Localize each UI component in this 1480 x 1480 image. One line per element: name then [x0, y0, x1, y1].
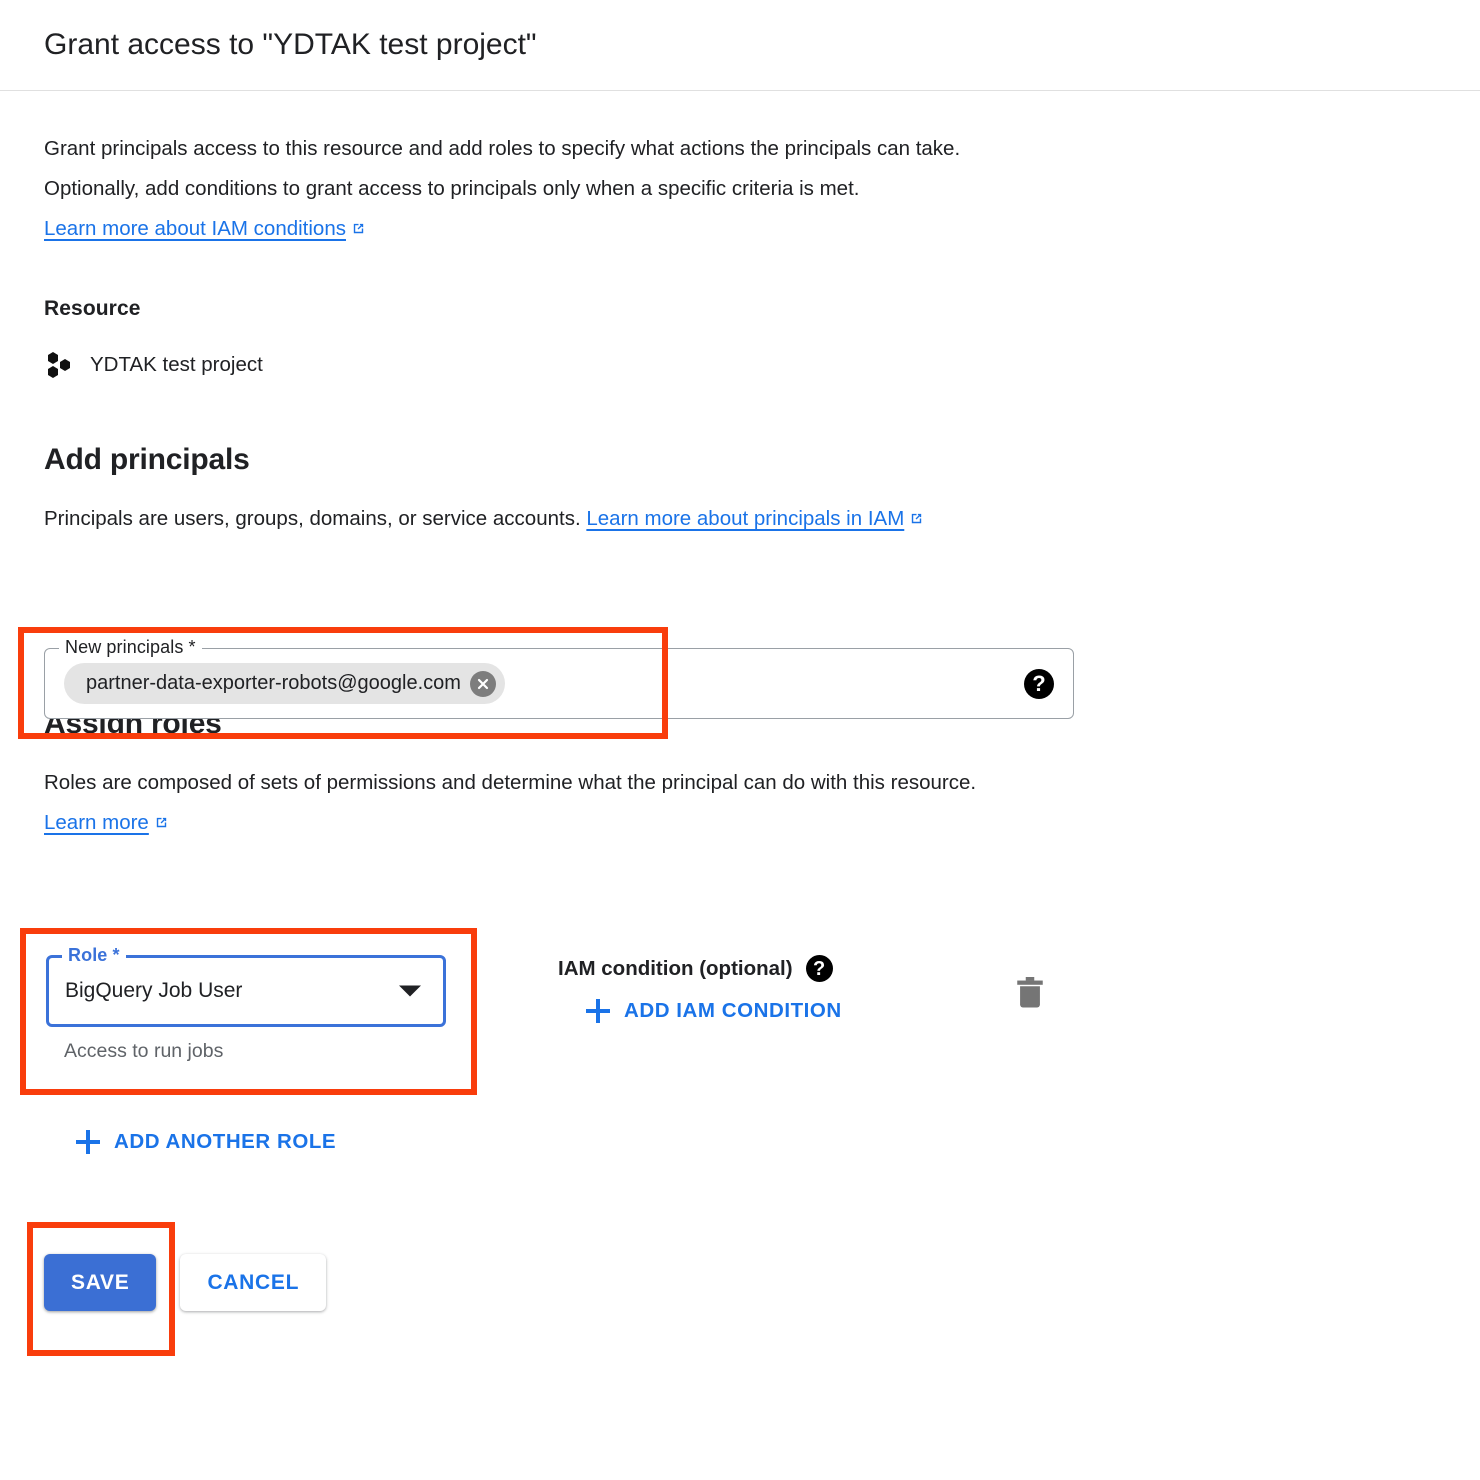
role-label: Role *	[62, 945, 126, 966]
learn-more-principals-link[interactable]: Learn more about principals in IAM	[586, 507, 904, 530]
principals-description: Principals are users, groups, domains, o…	[44, 499, 1064, 539]
plus-icon	[586, 999, 610, 1023]
add-another-role-row: ADD ANOTHER ROLE	[76, 1130, 336, 1159]
dialog-header: Grant access to "YDTAK test project"	[0, 0, 1480, 91]
plus-icon	[76, 1130, 100, 1154]
chevron-down-icon[interactable]	[399, 985, 421, 997]
external-link-icon	[351, 221, 366, 236]
new-principals-label: New principals *	[59, 637, 202, 658]
cancel-button[interactable]: CANCEL	[180, 1254, 327, 1311]
dialog-body: Grant principals access to this resource…	[0, 129, 1480, 843]
learn-more-iam-conditions-label: Learn more about IAM conditions	[44, 217, 346, 240]
close-circle-icon[interactable]	[469, 670, 496, 697]
intro-text: Grant principals access to this resource…	[44, 137, 961, 200]
external-link-icon	[154, 815, 169, 830]
help-icon[interactable]: ?	[1024, 668, 1054, 699]
page-title: Grant access to "YDTAK test project"	[44, 28, 537, 61]
learn-more-principals-label: Learn more about principals in IAM	[586, 507, 905, 530]
resource-heading: Resource	[44, 297, 141, 320]
new-principals-field[interactable]: New principals * partner-data-exporter-r…	[44, 637, 1074, 719]
learn-more-iam-conditions-link[interactable]: Learn more about IAM conditions	[44, 217, 346, 240]
role-select[interactable]: Role * BigQuery Job User	[46, 945, 446, 1027]
principal-chip[interactable]: partner-data-exporter-robots@google.com	[64, 663, 505, 704]
principal-chip-label: partner-data-exporter-robots@google.com	[86, 672, 461, 694]
role-block: Role * BigQuery Job User Access to run j…	[46, 945, 446, 1063]
resource-name: YDTAK test project	[90, 353, 263, 376]
roles-description: Roles are composed of sets of permission…	[44, 763, 1064, 843]
trash-icon[interactable]	[1013, 975, 1047, 1013]
add-principals-heading: Add principals	[44, 443, 250, 476]
add-iam-condition-button[interactable]: ADD IAM CONDITION	[586, 999, 842, 1023]
external-link-icon	[909, 511, 924, 526]
learn-more-roles-link[interactable]: Learn more	[44, 811, 149, 834]
help-icon[interactable]: ?	[805, 955, 833, 982]
iam-condition-label: IAM condition (optional)	[558, 956, 793, 980]
intro-paragraph: Grant principals access to this resource…	[44, 129, 1054, 249]
add-iam-condition-row: ADD IAM CONDITION	[586, 999, 978, 1028]
add-iam-condition-label: ADD IAM CONDITION	[624, 999, 842, 1022]
role-hint: Access to run jobs	[64, 1040, 224, 1062]
learn-more-roles-label: Learn more	[44, 811, 149, 834]
iam-condition-block: IAM condition (optional) ? ADD IAM CONDI…	[558, 955, 978, 1028]
add-another-role-button[interactable]: ADD ANOTHER ROLE	[76, 1130, 336, 1154]
role-value: BigQuery Job User	[65, 979, 243, 1002]
resource-row: YDTAK test project	[44, 351, 1436, 379]
roles-description-text: Roles are composed of sets of permission…	[44, 771, 977, 794]
save-button[interactable]: SAVE	[44, 1254, 157, 1311]
footer-actions: SAVE CANCEL	[44, 1254, 327, 1311]
iam-condition-header: IAM condition (optional) ?	[558, 955, 978, 982]
add-another-role-label: ADD ANOTHER ROLE	[114, 1130, 337, 1153]
principals-description-text: Principals are users, groups, domains, o…	[44, 507, 581, 530]
project-icon	[44, 351, 74, 379]
